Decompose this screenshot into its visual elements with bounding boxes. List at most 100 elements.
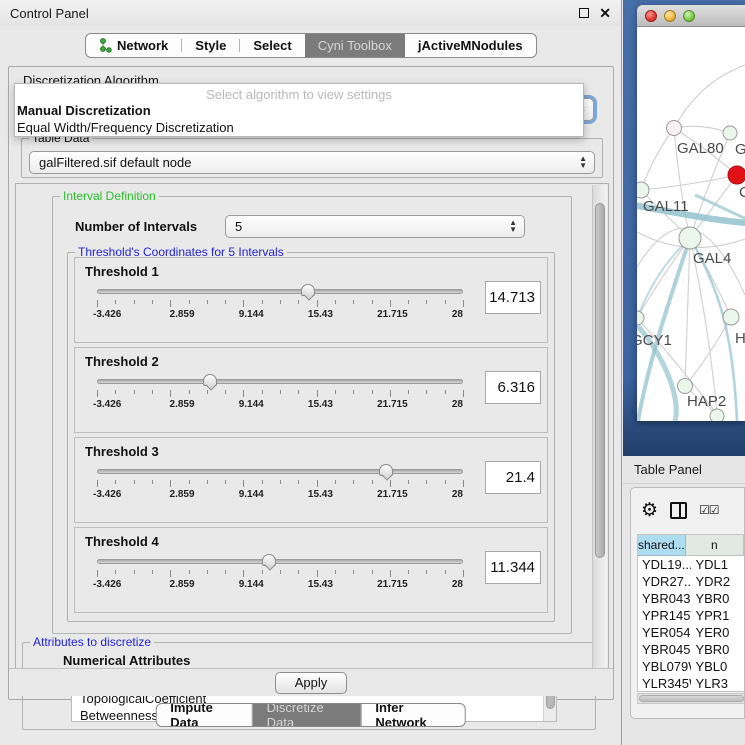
threshold-value-field[interactable]: 11.344 <box>485 551 541 584</box>
tab-label: Style <box>195 38 226 53</box>
table-row[interactable]: YPR145W YPR1 <box>638 607 744 624</box>
table-row[interactable]: YER054C YER0 <box>638 624 744 641</box>
table-cell[interactable]: YDR27... <box>638 573 691 590</box>
column-header-shared[interactable]: shared... <box>638 535 686 556</box>
slider-ticks <box>97 300 463 307</box>
node-red[interactable] <box>728 166 745 184</box>
node-gal4[interactable] <box>679 227 701 249</box>
checkbox-icons[interactable]: ☑☑ <box>699 503 719 517</box>
minimize-window-icon[interactable] <box>664 10 676 22</box>
tab-jactivemnodules[interactable]: jActiveMNodules <box>405 34 536 57</box>
tab-infer-network[interactable]: Infer Network <box>361 704 464 726</box>
threshold-slider[interactable]: -3.426 2.859 9.144 15.43 21.715 28 <box>97 379 463 410</box>
network-edge <box>637 238 690 318</box>
slider-track[interactable] <box>97 469 463 474</box>
node-h[interactable] <box>723 309 739 325</box>
node-label: GAL11 <box>643 198 689 215</box>
slider-ticks <box>97 480 463 487</box>
threshold-slider[interactable]: -3.426 2.859 9.144 15.43 21.715 28 <box>97 469 463 500</box>
node-partial-bottom[interactable] <box>710 409 724 421</box>
slider-thumb[interactable] <box>203 374 217 386</box>
top-tab-bar: Network Style Select Cyni Toolbox jActiv… <box>85 33 537 58</box>
close-icon[interactable]: ✕ <box>599 8 611 18</box>
node-hap2[interactable] <box>678 379 693 394</box>
table-cell[interactable]: YBR045C <box>638 641 691 658</box>
network-window-titlebar[interactable] <box>637 5 745 27</box>
scale-label: 28 <box>452 489 463 500</box>
slider-track[interactable] <box>97 379 463 384</box>
number-of-intervals-combobox[interactable]: 5 ▲▼ <box>225 215 525 238</box>
network-edge <box>674 65 745 128</box>
stepper-icon: ▲▼ <box>509 219 517 233</box>
node-gcy1[interactable] <box>637 311 644 325</box>
scale-label: 28 <box>452 309 463 320</box>
algorithm-option-manual[interactable]: Manual Discretization <box>15 102 583 119</box>
tab-select[interactable]: Select <box>240 34 304 57</box>
slider-thumb[interactable] <box>301 284 315 296</box>
slider-ticks <box>97 570 463 577</box>
threshold-slider[interactable]: -3.426 2.859 9.144 15.43 21.715 28 <box>97 559 463 590</box>
table-cell[interactable]: YBR0 <box>691 641 744 658</box>
table-horizontal-scrollbar[interactable] <box>637 693 744 704</box>
tab-impute-data[interactable]: Impute Data <box>156 704 251 726</box>
table-cell[interactable]: YDR2 <box>691 573 744 590</box>
scale-label: 28 <box>452 399 463 410</box>
node-gal11[interactable] <box>637 182 649 198</box>
table-cell[interactable]: YLR3 <box>691 675 744 692</box>
algorithm-option-equal-width[interactable]: Equal Width/Frequency Discretization <box>15 119 583 136</box>
slider-track[interactable] <box>97 289 463 294</box>
table-panel-title: Table Panel <box>634 462 702 477</box>
scrollbar-thumb[interactable] <box>639 695 744 702</box>
node-label: GAL4 <box>693 250 731 267</box>
table-cell[interactable]: YPR145W <box>638 607 691 624</box>
settings-vertical-scrollbar[interactable] <box>592 185 607 671</box>
table-cell[interactable]: YER0 <box>691 624 744 641</box>
threshold-panel-2: Threshold 2 -3.426 2.859 9.144 1 <box>74 347 548 433</box>
network-edge <box>641 128 674 190</box>
table-cell[interactable]: YPR1 <box>691 607 744 624</box>
zoom-window-icon[interactable] <box>683 10 695 22</box>
node-partial-g[interactable] <box>723 126 737 140</box>
network-edge <box>641 175 737 190</box>
table-panel-frame: ⚙ ☑☑ shared... n YDL19... YDL1 YDR27... … <box>630 487 745 719</box>
slider-thumb[interactable] <box>262 554 276 566</box>
tab-network[interactable]: Network <box>86 34 181 57</box>
close-window-icon[interactable] <box>645 10 657 22</box>
scrollbar-thumb[interactable] <box>595 203 605 558</box>
table-cell[interactable]: YBR0 <box>691 590 744 607</box>
threshold-value-field[interactable]: 14.713 <box>485 281 541 314</box>
tab-discretize-data[interactable]: Discretize Data <box>253 704 361 726</box>
table-cell[interactable]: YLR345W <box>638 675 691 692</box>
table-row[interactable]: YDR27... YDR2 <box>638 573 744 590</box>
table-cell[interactable]: YBR043C <box>638 590 691 607</box>
table-cell[interactable]: YBL079W <box>638 658 691 675</box>
network-window[interactable]: GAL80 GAL11 GAL4 GCY1 HAP2 G C H <box>637 5 745 421</box>
slider-thumb[interactable] <box>379 464 393 476</box>
table-row[interactable]: YLR345W YLR3 <box>638 675 744 692</box>
table-row[interactable]: YBL079W YBL0 <box>638 658 744 675</box>
table-cell[interactable]: YBL0 <box>691 658 744 675</box>
column-header-name[interactable]: n <box>686 535 744 556</box>
threshold-slider[interactable]: -3.426 2.859 9.144 15.43 21.715 28 <box>97 289 463 320</box>
tab-cyni-toolbox[interactable]: Cyni Toolbox <box>305 34 405 57</box>
table-cell[interactable]: YDL19... <box>638 556 691 573</box>
scale-label: 2.859 <box>170 489 195 500</box>
scale-label: 2.859 <box>170 309 195 320</box>
table-cell[interactable]: YDL1 <box>691 556 744 573</box>
threshold-value-field[interactable]: 21.4 <box>485 461 541 494</box>
split-columns-icon[interactable] <box>670 502 687 519</box>
table-cell[interactable]: YER054C <box>638 624 691 641</box>
float-window-icon[interactable] <box>579 8 589 18</box>
threshold-value-field[interactable]: 6.316 <box>485 371 541 404</box>
table-row[interactable]: YBR043C YBR0 <box>638 590 744 607</box>
network-canvas[interactable]: GAL80 GAL11 GAL4 GCY1 HAP2 G C H <box>637 27 745 421</box>
tab-style[interactable]: Style <box>182 34 239 57</box>
scale-label: 21.715 <box>377 489 408 500</box>
node-gal80[interactable] <box>667 121 682 136</box>
slider-track[interactable] <box>97 559 463 564</box>
table-row[interactable]: YDL19... YDL1 <box>638 556 744 573</box>
table-row[interactable]: YBR045C YBR0 <box>638 641 744 658</box>
apply-button[interactable]: Apply <box>275 672 347 694</box>
table-data-combobox[interactable]: galFiltered.sif default node ▲▼ <box>29 151 595 174</box>
gear-icon[interactable]: ⚙ <box>641 499 658 522</box>
